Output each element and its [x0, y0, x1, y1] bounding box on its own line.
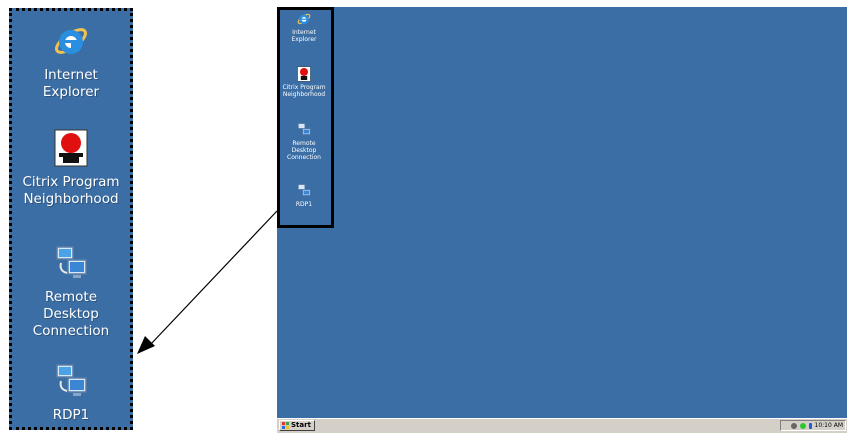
zoomed-icon-panel: Internet Explorer Citrix Program Neighbo… — [9, 8, 133, 430]
remote-desktop-icon — [51, 361, 91, 401]
internet-explorer-icon — [51, 21, 91, 61]
desktop-icon-rdp1[interactable]: RDP1 — [277, 183, 331, 208]
windows-flag-icon — [282, 422, 289, 429]
remote-desktop-icon — [51, 243, 91, 283]
zoom-desktop-icon-rdp1[interactable]: RDP1 — [12, 361, 130, 424]
citrix-icon — [296, 66, 312, 82]
taskbar: Start 10:10 AM — [277, 418, 847, 433]
status-icon[interactable] — [799, 422, 806, 429]
desktop-icon-internet-explorer[interactable]: Internet Explorer — [277, 11, 331, 43]
zoom-icon-label: Internet Explorer — [42, 67, 100, 100]
desktop-icon-label: Remote Desktop Connection — [287, 140, 321, 161]
clock[interactable]: 10:10 AM — [815, 422, 843, 429]
desktop-icon-label: Citrix Program Neighborhood — [282, 84, 326, 98]
citrix-icon — [51, 128, 91, 168]
zoom-desktop-icon-remote-desktop[interactable]: Remote Desktop Connection — [12, 243, 130, 340]
start-label: Start — [291, 421, 311, 429]
desktop-icon-remote-desktop[interactable]: Remote Desktop Connection — [277, 122, 331, 161]
zoom-icon-label: RDP1 — [52, 407, 90, 423]
desktop-icon-citrix[interactable]: Citrix Program Neighborhood — [277, 66, 331, 98]
desktop-icon-label: Internet Explorer — [291, 29, 317, 43]
zoom-desktop-icon-citrix[interactable]: Citrix Program Neighborhood — [12, 128, 130, 208]
internet-explorer-icon — [296, 11, 312, 27]
desktop-screenshot: Internet Explorer Citrix Program Neighbo… — [277, 7, 847, 433]
start-button[interactable]: Start — [279, 420, 315, 431]
zoom-icon-label: Remote Desktop Connection — [32, 289, 110, 339]
remote-desktop-icon — [296, 122, 312, 138]
system-tray: 10:10 AM — [780, 420, 846, 431]
remote-desktop-icon — [296, 183, 312, 199]
network-icon[interactable] — [790, 422, 797, 429]
zoom-icon-label: Citrix Program Neighborhood — [22, 174, 120, 207]
desktop-icon-label: RDP1 — [295, 201, 313, 208]
info-icon[interactable] — [808, 422, 812, 429]
zoom-desktop-icon-internet-explorer[interactable]: Internet Explorer — [12, 21, 130, 101]
